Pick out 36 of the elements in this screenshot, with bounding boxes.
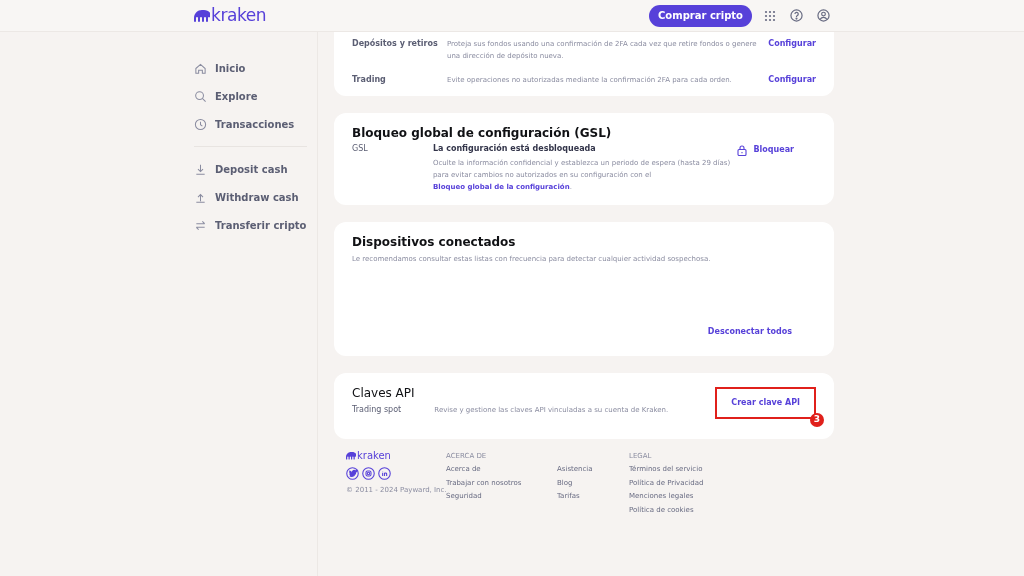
linkedin-in-icon[interactable]: [378, 467, 391, 480]
logo-text: kraken: [211, 7, 267, 24]
padlock-icon: [737, 144, 748, 156]
logo-text: kraken: [357, 451, 391, 461]
home-icon: [194, 61, 207, 75]
kraken-logo-icon: [346, 452, 356, 460]
kraken-logo-icon: [194, 9, 210, 22]
row-label: Trading spot: [352, 404, 403, 416]
sidebar-item[interactable]: Transacciones: [194, 110, 307, 138]
download-icon: [194, 162, 207, 176]
help-icon[interactable]: [790, 9, 803, 22]
row-label: Trading: [352, 74, 387, 86]
configure-link[interactable]: Configurar: [768, 36, 816, 50]
row-label: GSL: [352, 143, 369, 155]
search-icon: [194, 89, 207, 103]
sidebar-item[interactable]: Transferir cripto: [194, 211, 307, 239]
row-label: Depósitos y retiros: [352, 37, 439, 50]
apps-grid-icon[interactable]: [764, 9, 776, 22]
clock-icon: [194, 117, 207, 131]
card-title: Claves API: [352, 385, 416, 401]
swap-icon: [194, 218, 207, 232]
disconnect-all-link[interactable]: Desconectar todos: [707, 326, 792, 338]
account-icon[interactable]: [817, 9, 830, 22]
sidebar-item[interactable]: Withdraw cash: [194, 183, 307, 211]
step-badge: 3: [810, 413, 824, 427]
lock-button[interactable]: Bloquear: [737, 144, 794, 156]
card-title: Dispositivos conectados: [352, 234, 517, 250]
card-title: Bloqueo global de configuración (GSL): [352, 125, 613, 141]
sidebar-item[interactable]: Deposit cash: [194, 155, 307, 183]
instagram-camera-icon[interactable]: [362, 467, 375, 480]
buy-crypto-button[interactable]: Comprar cripto: [649, 4, 752, 27]
twitter-bird-icon[interactable]: [346, 467, 359, 480]
status-text: La configuración está desbloqueada: [432, 143, 597, 155]
sidebar-item[interactable]: Inicio: [194, 54, 307, 82]
configure-link[interactable]: Configurar: [768, 72, 816, 86]
sidebar-item[interactable]: Explore: [194, 82, 307, 110]
